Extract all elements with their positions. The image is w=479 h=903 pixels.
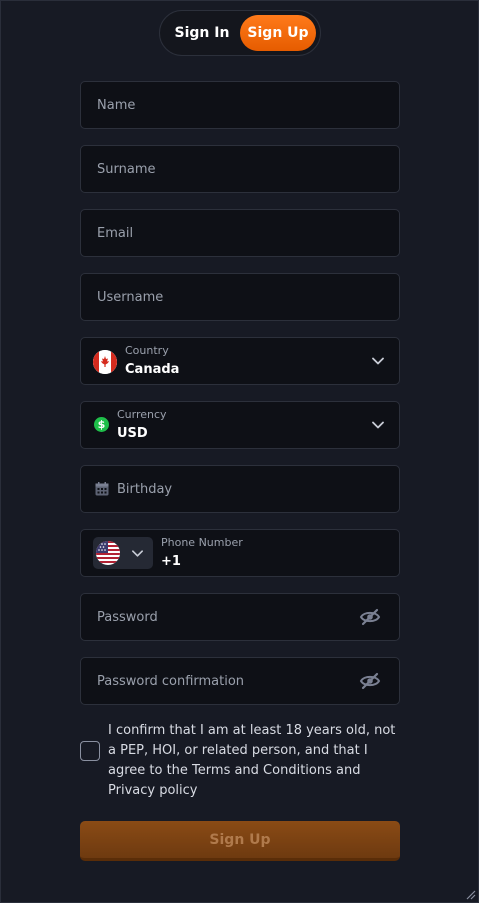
- eye-slash-icon[interactable]: [359, 607, 381, 627]
- currency-select[interactable]: $ Currency USD: [80, 401, 400, 449]
- password-confirmation-input[interactable]: Password confirmation: [80, 657, 400, 705]
- signup-form-panel: Sign In Sign Up Name Surname Email Usern…: [0, 0, 479, 903]
- canada-flag-icon: [93, 350, 117, 374]
- tab-sign-in[interactable]: Sign In: [164, 15, 240, 51]
- auth-tabs: Sign In Sign Up: [159, 10, 321, 56]
- us-flag-icon: [96, 541, 120, 565]
- consent-checkbox[interactable]: [80, 741, 100, 761]
- birthday-placeholder: Birthday: [117, 481, 173, 497]
- country-select[interactable]: Country Canada: [80, 337, 400, 385]
- password-placeholder: Password: [97, 609, 158, 625]
- age-consent: I confirm that I am at least 18 years ol…: [80, 721, 400, 798]
- chevron-down-icon: [372, 421, 384, 429]
- email-placeholder: Email: [97, 225, 134, 241]
- password-input[interactable]: Password: [80, 593, 400, 641]
- phone-number-input[interactable]: Phone Number +1: [80, 529, 400, 577]
- birthday-input[interactable]: Birthday: [80, 465, 400, 513]
- username-input[interactable]: Username: [80, 273, 400, 321]
- calendar-icon: [95, 482, 109, 496]
- name-input[interactable]: Name: [80, 81, 400, 129]
- phone-number-label: Phone Number: [161, 536, 243, 549]
- surname-input[interactable]: Surname: [80, 145, 400, 193]
- chevron-down-icon: [372, 357, 384, 365]
- phone-number-value: +1: [161, 554, 181, 569]
- consent-text: I confirm that I am at least 18 years ol…: [108, 723, 396, 798]
- username-placeholder: Username: [97, 289, 164, 305]
- email-input[interactable]: Email: [80, 209, 400, 257]
- dollar-icon: $: [94, 417, 109, 432]
- name-placeholder: Name: [97, 97, 136, 113]
- eye-slash-icon[interactable]: [359, 671, 381, 691]
- password-confirmation-placeholder: Password confirmation: [97, 673, 245, 689]
- country-label: Country: [125, 344, 169, 357]
- phone-country-selector[interactable]: [93, 537, 153, 569]
- country-value: Canada: [125, 362, 180, 377]
- resize-handle-icon[interactable]: [464, 888, 476, 900]
- sign-up-button[interactable]: Sign Up: [80, 821, 400, 861]
- chevron-down-icon: [132, 550, 143, 557]
- currency-value: USD: [117, 426, 148, 441]
- currency-label: Currency: [117, 408, 167, 421]
- tab-sign-up[interactable]: Sign Up: [240, 15, 316, 51]
- surname-placeholder: Surname: [97, 161, 156, 177]
